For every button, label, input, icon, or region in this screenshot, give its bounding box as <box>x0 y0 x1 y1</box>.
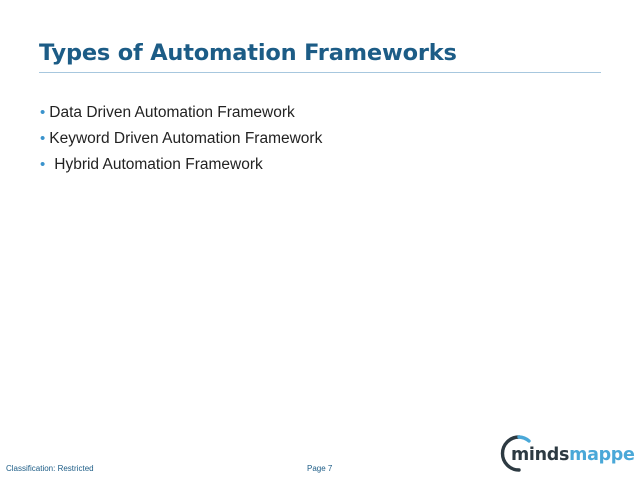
bullet-item: • Hybrid Automation Framework <box>40 156 322 182</box>
bullet-text: Data Driven Automation Framework <box>49 104 295 121</box>
bullet-text: Hybrid Automation Framework <box>54 156 263 173</box>
slide-title: Types of Automation Frameworks <box>39 40 457 66</box>
logo-text: mindsmapped <box>511 445 635 465</box>
logo-text-mapped: mapped <box>569 445 635 465</box>
bullet-item: • Data Driven Automation Framework <box>40 104 322 130</box>
title-underline <box>39 72 601 73</box>
bullet-list: • Data Driven Automation Framework • Key… <box>40 104 322 182</box>
bullet-marker: • <box>40 156 46 173</box>
slide: Types of Automation Frameworks • Data Dr… <box>0 0 638 478</box>
bullet-text: Keyword Driven Automation Framework <box>49 130 323 147</box>
logo-text-minds: minds <box>511 445 569 465</box>
mindsmapped-logo: mindsmapped <box>500 435 635 472</box>
footer-page-number: Page 7 <box>307 464 333 473</box>
footer-classification: Classification: Restricted <box>6 464 94 473</box>
bullet-item: • Keyword Driven Automation Framework <box>40 130 322 156</box>
bullet-marker: • <box>40 130 46 147</box>
bullet-marker: • <box>40 104 46 121</box>
